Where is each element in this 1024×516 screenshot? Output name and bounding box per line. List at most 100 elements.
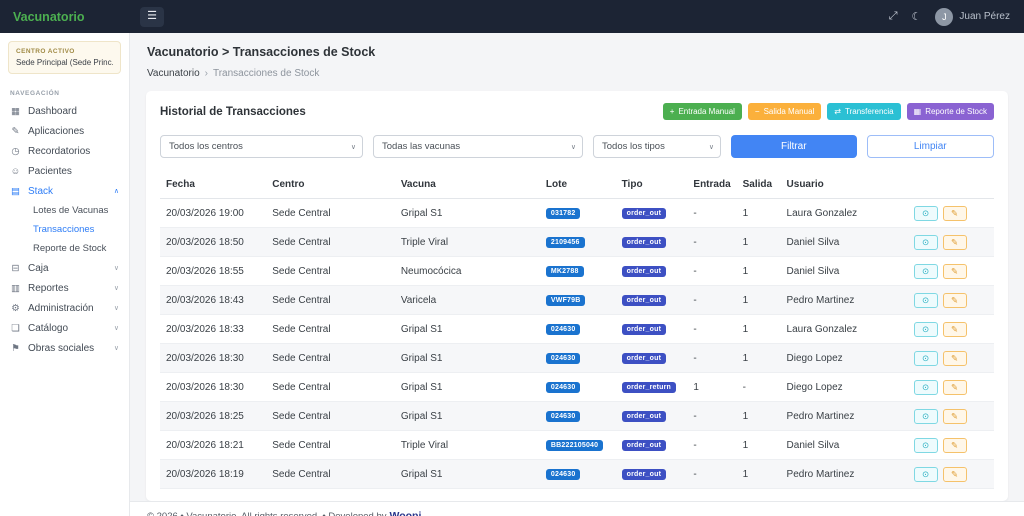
chart-icon: ▥ <box>10 283 21 294</box>
sidebar-item-catalogo[interactable]: ❏ Catálogo ∨ <box>0 318 129 338</box>
row-actions-cell: ⊙✎ <box>908 460 994 489</box>
edit-icon: ✎ <box>951 412 958 421</box>
woopi-logo[interactable]: Woopi <box>390 510 422 516</box>
salida-manual-button[interactable]: −Salida Manual <box>748 103 821 120</box>
view-transaction-button[interactable]: ⊙ <box>914 235 938 250</box>
vacuna-cell: Gripal S1 <box>395 315 540 344</box>
sidebar-item-transacciones[interactable]: Transacciones <box>0 220 129 239</box>
limpiar-button[interactable]: Limpiar <box>867 135 995 158</box>
edit-transaction-button[interactable]: ✎ <box>943 351 967 366</box>
sidebar-item-label: Recordatorios <box>28 146 90 157</box>
centro-cell: Sede Central <box>266 286 395 315</box>
sidebar-toggle-button[interactable]: ☰ <box>140 7 164 27</box>
vacunas-select[interactable]: Todas las vacunas <box>373 135 583 158</box>
view-transaction-button[interactable]: ⊙ <box>914 293 938 308</box>
entrada-cell: - <box>687 402 736 431</box>
sidebar-item-caja[interactable]: ⊟ Caja ∨ <box>0 258 129 278</box>
centro-cell: Sede Central <box>266 373 395 402</box>
fecha-cell: 20/03/2026 18:30 <box>160 344 266 373</box>
view-transaction-button[interactable]: ⊙ <box>914 380 938 395</box>
edit-icon: ✎ <box>951 267 958 276</box>
table-row: 20/03/2026 18:19Sede CentralGripal S1024… <box>160 460 994 489</box>
view-transaction-button[interactable]: ⊙ <box>914 467 938 482</box>
book-icon: ❏ <box>10 323 21 334</box>
edit-transaction-button[interactable]: ✎ <box>943 264 967 279</box>
view-transaction-button[interactable]: ⊙ <box>914 206 938 221</box>
lote-badge: 024630 <box>546 469 581 480</box>
fullscreen-icon[interactable]: ⤢ <box>889 10 898 23</box>
edit-transaction-button[interactable]: ✎ <box>943 438 967 453</box>
view-transaction-button[interactable]: ⊙ <box>914 438 938 453</box>
brand-logo[interactable]: Vacunatorio <box>0 10 130 24</box>
sidebar-item-pacientes[interactable]: ☺ Pacientes <box>0 161 129 181</box>
view-transaction-button[interactable]: ⊙ <box>914 322 938 337</box>
reporte-de-stock-icon: ▦ <box>914 107 922 116</box>
centros-select[interactable]: Todos los centros <box>160 135 363 158</box>
flag-icon: ⚑ <box>10 343 21 354</box>
view-transaction-button[interactable]: ⊙ <box>914 351 938 366</box>
sidebar-item-stack[interactable]: ▤ Stack ∧ <box>0 181 129 201</box>
chevron-down-icon: ∨ <box>114 304 119 312</box>
reporte-de-stock-button[interactable]: ▦Reporte de Stock <box>907 103 994 120</box>
edit-transaction-button[interactable]: ✎ <box>943 322 967 337</box>
sidebar-item-aplicaciones[interactable]: ✎ Aplicaciones <box>0 121 129 141</box>
row-actions-cell: ⊙✎ <box>908 402 994 431</box>
sidebar-item-label: Obras sociales <box>28 343 94 354</box>
table-row: 20/03/2026 18:30Sede CentralGripal S1024… <box>160 373 994 402</box>
fecha-cell: 20/03/2026 18:43 <box>160 286 266 315</box>
cash-box-icon: ⊟ <box>10 263 21 274</box>
entrada-cell: - <box>687 228 736 257</box>
table-row: 20/03/2026 19:00Sede CentralGripal S1031… <box>160 199 994 228</box>
view-transaction-button[interactable]: ⊙ <box>914 409 938 424</box>
lote-cell: MK2788 <box>540 257 616 286</box>
col-header-centro: Centro <box>266 171 395 199</box>
sidebar-item-obras-sociales[interactable]: ⚑ Obras sociales ∨ <box>0 338 129 358</box>
table-row: 20/03/2026 18:21Sede CentralTriple Viral… <box>160 431 994 460</box>
edit-transaction-button[interactable]: ✎ <box>943 409 967 424</box>
sidebar-item-recordatorios[interactable]: ◷ Recordatorios <box>0 141 129 161</box>
tipos-filter: Todos los tipos ∨ <box>593 135 721 158</box>
sidebar-item-label: Aplicaciones <box>28 126 84 137</box>
sidebar-subitem-label: Transacciones <box>33 224 94 235</box>
view-transaction-button[interactable]: ⊙ <box>914 264 938 279</box>
usuario-cell: Pedro Martinez <box>781 402 908 431</box>
entrada-cell: - <box>687 257 736 286</box>
edit-transaction-button[interactable]: ✎ <box>943 293 967 308</box>
chevron-down-icon: ∨ <box>114 284 119 292</box>
row-actions-cell: ⊙✎ <box>908 286 994 315</box>
sidebar-item-administracion[interactable]: ⚙ Administración ∨ <box>0 298 129 318</box>
breadcrumb-root[interactable]: Vacunatorio <box>147 68 200 79</box>
tipos-select[interactable]: Todos los tipos <box>593 135 721 158</box>
sidebar-item-lotes-de-vacunas[interactable]: Lotes de Vacunas <box>0 201 129 220</box>
salida-cell: 1 <box>737 460 781 489</box>
lote-cell: BB222105040 <box>540 431 616 460</box>
sidebar-item-reportes[interactable]: ▥ Reportes ∨ <box>0 278 129 298</box>
edit-transaction-button[interactable]: ✎ <box>943 206 967 221</box>
col-header-actions <box>908 171 994 199</box>
sidebar-item-label: Administración <box>28 303 94 314</box>
lote-badge: 2109456 <box>546 237 585 248</box>
filtrar-button[interactable]: Filtrar <box>731 135 857 158</box>
col-header-fecha: Fecha <box>160 171 266 199</box>
edit-transaction-button[interactable]: ✎ <box>943 235 967 250</box>
dashboard-grid-icon: ▦ <box>10 106 21 117</box>
card-title: Historial de Transacciones <box>160 106 306 118</box>
lote-badge: 024630 <box>546 324 581 335</box>
eye-icon: ⊙ <box>922 325 929 334</box>
transferencia-button[interactable]: ⇄Transferencia <box>827 103 900 120</box>
table-header-row: Fecha Centro Vacuna Lote Tipo Entrada Sa… <box>160 171 994 199</box>
sidebar-item-dashboard[interactable]: ▦ Dashboard <box>0 101 129 121</box>
col-header-lote: Lote <box>540 171 616 199</box>
entrada-manual-button[interactable]: +Entrada Manual <box>663 103 742 120</box>
user-menu[interactable]: J Juan Pérez <box>935 8 1010 26</box>
edit-transaction-button[interactable]: ✎ <box>943 467 967 482</box>
eye-icon: ⊙ <box>922 412 929 421</box>
hamburger-icon: ☰ <box>147 11 157 22</box>
sidebar-item-reporte-de-stock[interactable]: Reporte de Stock <box>0 239 129 258</box>
centro-cell: Sede Central <box>266 257 395 286</box>
salida-cell: 1 <box>737 286 781 315</box>
edit-icon: ✎ <box>951 441 958 450</box>
salida-cell: 1 <box>737 315 781 344</box>
edit-transaction-button[interactable]: ✎ <box>943 380 967 395</box>
dark-mode-moon-icon[interactable]: ☾ <box>912 10 922 23</box>
